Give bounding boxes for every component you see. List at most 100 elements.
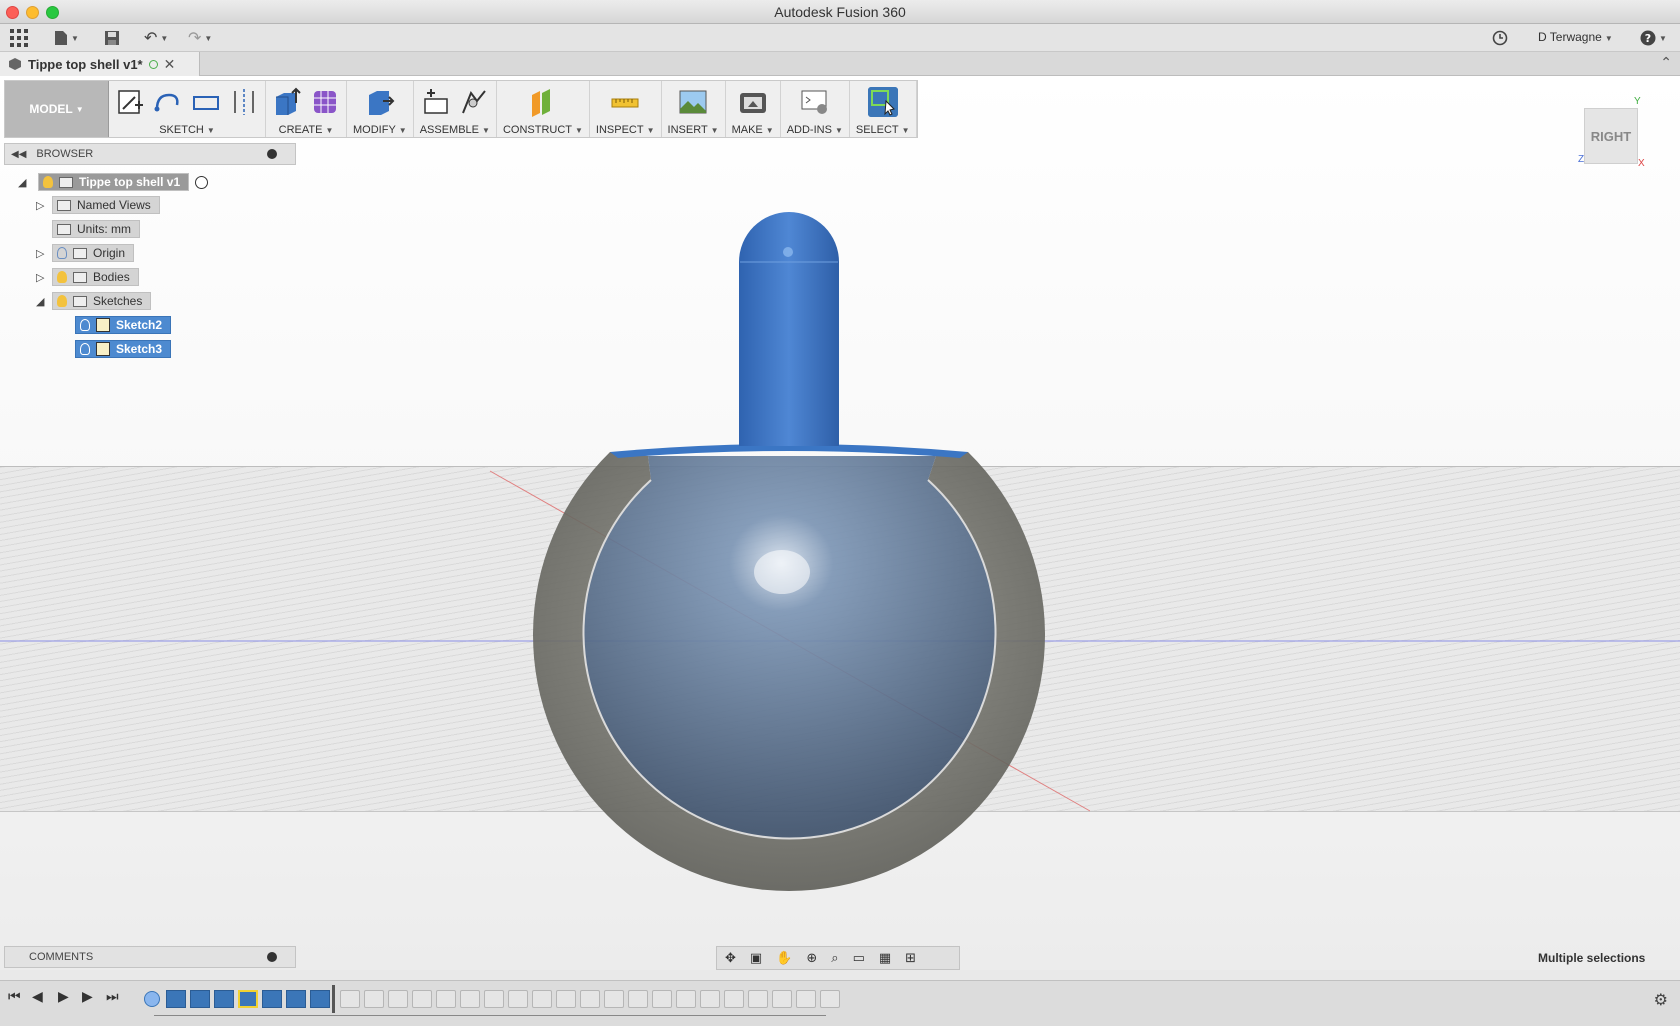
timeline-suppressed-feature[interactable] <box>436 990 456 1008</box>
tree-root[interactable]: ◢ Tippe top shell v1 <box>18 172 209 192</box>
timeline-suppressed-feature[interactable] <box>484 990 504 1008</box>
press-pull-icon[interactable] <box>365 87 395 117</box>
viewports-icon[interactable]: ⊞ <box>905 950 916 966</box>
view-cube[interactable]: RIGHT <box>1584 108 1638 164</box>
modify-menu[interactable]: MODIFY ▼ <box>353 124 407 136</box>
timeline-feature[interactable] <box>286 990 306 1008</box>
construct-group[interactable]: CONSTRUCT ▼ <box>497 81 590 137</box>
job-status-button[interactable] <box>1492 28 1508 48</box>
tree-item-named-views[interactable]: ▷ Named Views <box>36 195 160 215</box>
timeline-feature[interactable] <box>262 990 282 1008</box>
visibility-bulb-icon[interactable] <box>57 247 67 259</box>
comments-panel-header[interactable]: COMMENTS <box>4 946 296 968</box>
app-grid-icon[interactable] <box>10 28 28 48</box>
timeline-previous-icon[interactable]: ◀ <box>32 988 43 1005</box>
expand-named-views-icon[interactable]: ▷ <box>36 199 50 212</box>
visibility-bulb-icon[interactable] <box>57 271 67 283</box>
timeline-settings-gear-icon[interactable]: ⚙ <box>1654 990 1668 1010</box>
timeline-feature[interactable] <box>166 990 186 1008</box>
undo-button[interactable]: ↶ ▼ <box>144 28 168 48</box>
insert-group[interactable]: INSERT ▼ <box>662 81 726 137</box>
select-icon[interactable] <box>867 87 898 117</box>
tree-item-sketch3[interactable]: Sketch3 <box>75 339 172 359</box>
timeline-suppressed-feature[interactable] <box>796 990 816 1008</box>
assemble-group[interactable]: ASSEMBLE ▼ <box>414 81 497 137</box>
create-sketch-icon[interactable] <box>115 87 145 117</box>
pan-icon[interactable]: ✋ <box>776 950 792 966</box>
timeline-suppressed-feature[interactable] <box>700 990 720 1008</box>
pin-comments-icon[interactable] <box>267 952 277 962</box>
timeline-feature[interactable] <box>214 990 234 1008</box>
timeline-feature[interactable] <box>238 990 258 1008</box>
timeline-suppressed-feature[interactable] <box>508 990 528 1008</box>
timeline-suppressed-feature[interactable] <box>556 990 576 1008</box>
make-menu[interactable]: MAKE ▼ <box>732 124 774 136</box>
tree-item-sketches[interactable]: ◢ Sketches <box>36 291 152 311</box>
create-menu[interactable]: CREATE ▼ <box>279 124 334 136</box>
timeline-suppressed-feature[interactable] <box>580 990 600 1008</box>
scripts-icon[interactable] <box>800 87 830 117</box>
pin-browser-icon[interactable] <box>267 149 277 159</box>
fit-icon[interactable]: ⌕ <box>831 950 838 966</box>
timeline-suppressed-feature[interactable] <box>340 990 360 1008</box>
zoom-icon[interactable]: ⊕ <box>806 950 817 966</box>
timeline-end-icon[interactable]: ⏭ <box>106 988 119 1005</box>
activate-component-icon[interactable] <box>195 175 209 189</box>
timeline-feature[interactable] <box>190 990 210 1008</box>
sketch-group[interactable]: SKETCH ▼ <box>109 81 266 137</box>
file-menu-button[interactable]: ▼ <box>54 28 79 48</box>
mirror-tool-icon[interactable] <box>229 87 259 117</box>
inspect-group[interactable]: INSPECT ▼ <box>590 81 662 137</box>
orbit-icon[interactable]: ✥ <box>725 950 736 966</box>
close-tab-icon[interactable]: ✕ <box>164 56 176 73</box>
visibility-bulb-icon[interactable] <box>80 319 90 331</box>
timeline-suppressed-feature[interactable] <box>460 990 480 1008</box>
construct-menu[interactable]: CONSTRUCT ▼ <box>503 124 583 136</box>
form-icon[interactable] <box>310 87 340 117</box>
inspect-menu[interactable]: INSPECT ▼ <box>596 124 655 136</box>
3d-print-icon[interactable] <box>738 87 768 117</box>
make-group[interactable]: MAKE ▼ <box>726 81 781 137</box>
expand-root-icon[interactable]: ◢ <box>18 176 32 189</box>
timeline-suppressed-feature[interactable] <box>676 990 696 1008</box>
select-group[interactable]: SELECT ▼ <box>850 81 917 137</box>
timeline-origin-icon[interactable] <box>144 991 160 1007</box>
collapse-sketches-icon[interactable]: ◢ <box>36 295 50 308</box>
timeline-play-icon[interactable]: ▶ <box>58 988 69 1005</box>
timeline-marker[interactable] <box>332 985 335 1013</box>
add-ins-group[interactable]: ADD-INS ▼ <box>781 81 850 137</box>
timeline-suppressed-feature[interactable] <box>628 990 648 1008</box>
insert-menu[interactable]: INSERT ▼ <box>668 124 719 136</box>
timeline-next-icon[interactable]: ▶ <box>82 988 93 1005</box>
add-ins-menu[interactable]: ADD-INS ▼ <box>787 124 843 136</box>
collapse-browser-icon[interactable]: ◀◀ <box>11 149 26 160</box>
tree-item-bodies[interactable]: ▷ Bodies <box>36 267 139 287</box>
extrude-icon[interactable] <box>272 87 302 117</box>
redo-button[interactable]: ↷ ▼ <box>188 28 212 48</box>
offset-plane-icon[interactable] <box>528 87 558 117</box>
modify-group[interactable]: MODIFY ▼ <box>347 81 414 137</box>
timeline-suppressed-feature[interactable] <box>772 990 792 1008</box>
expand-bodies-icon[interactable]: ▷ <box>36 271 50 284</box>
timeline-start-icon[interactable]: ⏮ <box>8 988 21 1005</box>
select-menu[interactable]: SELECT ▼ <box>856 124 910 136</box>
user-menu[interactable]: D Terwagne ▼ <box>1538 30 1613 44</box>
timeline-suppressed-feature[interactable] <box>412 990 432 1008</box>
visibility-bulb-icon[interactable] <box>57 295 67 307</box>
timeline-suppressed-feature[interactable] <box>652 990 672 1008</box>
timeline-suppressed-feature[interactable] <box>388 990 408 1008</box>
timeline-feature[interactable] <box>310 990 330 1008</box>
rectangle-tool-icon[interactable] <box>191 87 221 117</box>
new-component-icon[interactable] <box>421 87 451 117</box>
help-button[interactable]: ? ▼ <box>1640 28 1667 48</box>
save-button[interactable] <box>104 28 120 48</box>
create-group[interactable]: CREATE ▼ <box>266 81 347 137</box>
look-at-icon[interactable]: ▣ <box>750 950 762 966</box>
line-tool-icon[interactable] <box>153 87 183 117</box>
visibility-bulb-icon[interactable] <box>80 343 90 355</box>
timeline-suppressed-feature[interactable] <box>532 990 552 1008</box>
display-settings-icon[interactable]: ▭ <box>853 950 865 966</box>
tree-item-sketch2[interactable]: Sketch2 <box>75 315 172 335</box>
insert-image-icon[interactable] <box>678 87 708 117</box>
assemble-menu[interactable]: ASSEMBLE ▼ <box>420 124 490 136</box>
